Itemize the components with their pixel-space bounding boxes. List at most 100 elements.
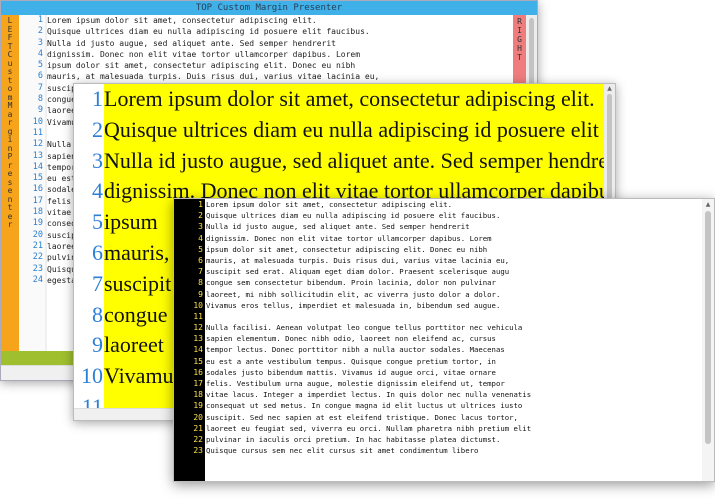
line-number: 7 xyxy=(92,270,103,296)
text-line: sodales justo bibendum mattis. Vivamus i… xyxy=(206,367,496,377)
line-number: 1 xyxy=(198,200,203,209)
line-number: 9 xyxy=(92,332,103,358)
line-number: 17 xyxy=(193,379,203,388)
line-number: 4 xyxy=(198,233,203,243)
line-number: 24 xyxy=(32,274,43,285)
line-number: 1 xyxy=(37,15,43,25)
line-number: 6 xyxy=(198,255,203,265)
text-line: mauris, at malesuada turpis. Duis risus … xyxy=(47,72,380,82)
text-line: suscipit. Sed nec sapien at est eleifend… xyxy=(206,412,518,422)
line-number: 14 xyxy=(32,161,43,172)
line-number: 2 xyxy=(37,26,43,37)
line-number-gutter: 1 2 3 4 5 6 7 8 9 10 11 12 13 14 15 16 17 18 19 20 21 22 23 24 xyxy=(19,15,45,351)
text-line: pulvinar in iaculis orci pretium. In hac… xyxy=(206,434,501,444)
right-margin-label: RIGHT xyxy=(517,17,522,62)
scroll-up-arrow-icon[interactable]: ▲ xyxy=(702,200,714,209)
line-number: 8 xyxy=(92,301,103,327)
text-line: laoreet eu feugiat sed, viverra eu orci.… xyxy=(206,423,532,433)
text-line xyxy=(206,311,700,322)
line-number: 17 xyxy=(32,195,43,206)
line-number: 8 xyxy=(37,94,43,105)
line-number: 16 xyxy=(32,184,43,195)
text-line: Vivamus eros tellus, imperdiet et malesu… xyxy=(206,300,501,310)
line-number: 5 xyxy=(92,209,103,235)
text-line: laoreet, mi nibh sollicitudin elit, ac v… xyxy=(206,289,501,299)
text-line: suscipit sed erat. Aliquam eget diam dol… xyxy=(206,267,510,277)
text-line: Lorem ipsum dolor sit amet, consectetur … xyxy=(206,200,453,209)
text-line: consequat ut sed metus. In congue magna … xyxy=(206,401,523,411)
text-line: mauris, at malesuada turpis. Duis risus … xyxy=(206,255,510,265)
line-number: 9 xyxy=(37,105,43,116)
text-line: vitae lacus. Integer a imperdiet lectus.… xyxy=(206,390,532,400)
line-number: 1 xyxy=(92,86,103,111)
line-number: 2 xyxy=(198,211,203,221)
text-line: Quisque cursus sem nec elit cursus sit a… xyxy=(206,446,479,456)
line-number: 21 xyxy=(193,423,203,433)
text-line: Nulla id justo augue, sed aliquet ante. … xyxy=(47,38,336,48)
line-number-gutter: 1 2 3 4 5 6 7 8 9 10 11 xyxy=(74,84,104,419)
dark-gutter-editor-window: 1 2 3 4 5 6 7 8 9 10 11 12 13 14 15 16 17 18 19 20 21 22 23 Lo… xyxy=(173,198,715,482)
line-number: 16 xyxy=(193,367,203,377)
text-line: Lorem ipsum dolor sit amet, consectetur … xyxy=(104,86,595,111)
top-margin-title: TOP Custom Margin Presenter xyxy=(1,1,537,15)
line-number: 10 xyxy=(193,300,203,310)
line-number: 19 xyxy=(193,401,203,411)
line-number: 2 xyxy=(92,116,103,142)
text-line: Quisque ultrices diam eu nulla adipiscin… xyxy=(206,211,501,221)
text-line: Lorem ipsum dolor sit amet, consectetur … xyxy=(47,16,317,25)
line-number: 22 xyxy=(32,252,43,263)
line-number: 23 xyxy=(193,446,203,456)
line-number: 20 xyxy=(32,229,43,240)
line-number: 6 xyxy=(37,71,43,82)
text-line: Nulla id justo augue, sed aliquet ante. … xyxy=(104,147,604,173)
line-number: 13 xyxy=(193,334,203,344)
line-number: 7 xyxy=(37,82,43,93)
line-number: 4 xyxy=(37,48,43,59)
line-number: 23 xyxy=(32,263,43,274)
line-number: 13 xyxy=(32,150,43,161)
text-line: felis. Vestibulum urna augue, molestie d… xyxy=(206,379,505,388)
text-line: Quisque ultrices diam eu nulla adipiscin… xyxy=(104,116,604,142)
line-number: 3 xyxy=(92,147,103,173)
text-line: ipsum dolor sit amet, consectetur adipis… xyxy=(47,61,356,71)
text-line: sapien elementum. Donec nibh odio, laore… xyxy=(206,334,496,344)
line-number-gutter: 1 2 3 4 5 6 7 8 9 10 11 12 13 14 15 16 17 18 19 20 21 22 23 xyxy=(174,199,205,481)
line-number: 18 xyxy=(193,390,203,400)
line-number: 8 xyxy=(198,278,203,288)
line-number: 12 xyxy=(193,323,203,333)
line-number: 11 xyxy=(193,311,203,321)
line-number: 10 xyxy=(32,116,43,127)
line-number: 5 xyxy=(37,60,43,71)
text-line: congue sem consectetur bibendum. Proin l… xyxy=(206,278,496,288)
text-line: dignissim. Donec non elit vitae tortor u… xyxy=(47,49,361,59)
text-line: eu est a ante vestibulum tempus. Quisque… xyxy=(206,356,496,366)
line-number: 19 xyxy=(32,218,43,229)
text-line: tempor lectus. Donec porttitor nibh a nu… xyxy=(206,345,505,355)
line-number: 5 xyxy=(198,244,203,254)
line-number: 3 xyxy=(198,222,203,232)
line-number: 18 xyxy=(32,207,43,218)
line-number: 4 xyxy=(92,178,103,204)
text-line: Nulla facilisi. Aenean volutpat leo cong… xyxy=(206,323,523,333)
line-number: 15 xyxy=(193,356,203,366)
left-margin-label: LEFTCustomMarginPresenter xyxy=(7,16,13,229)
line-number: 12 xyxy=(32,139,43,150)
text-line: Quisque ultrices diam eu nulla adipiscin… xyxy=(47,27,370,37)
line-number: 22 xyxy=(193,434,203,444)
line-number: 20 xyxy=(193,412,203,422)
line-number: 10 xyxy=(81,363,103,389)
line-number: 6 xyxy=(92,239,103,265)
scroll-up-arrow-icon[interactable]: ▲ xyxy=(604,85,615,93)
line-number: 15 xyxy=(32,173,43,184)
vertical-scrollbar-thumb[interactable] xyxy=(705,211,711,444)
text-line: dignissim. Donec non elit vitae tortor u… xyxy=(206,233,492,243)
line-number: 3 xyxy=(37,37,43,48)
line-number: 11 xyxy=(32,127,43,138)
text-line: Nulla id justo augue, sed aliquet ante. … xyxy=(206,222,470,232)
line-number: 14 xyxy=(193,345,203,355)
line-number: 9 xyxy=(198,289,203,299)
text-editor-area[interactable]: Lorem ipsum dolor sit amet, consectetur … xyxy=(206,199,700,481)
line-number: 21 xyxy=(32,240,43,251)
text-line: ipsum dolor sit amet, consectetur adipis… xyxy=(206,244,488,254)
line-number: 7 xyxy=(198,267,203,277)
